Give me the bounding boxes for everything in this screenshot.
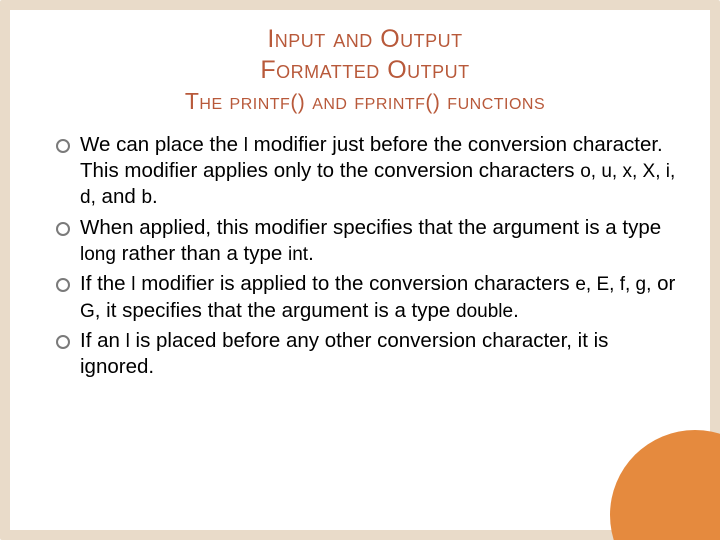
list-item: If an l is placed before any other conve… xyxy=(56,328,680,381)
title3-fn1: printf xyxy=(230,88,291,114)
code: int xyxy=(288,244,308,265)
list-item: We can place the l modifier just before … xyxy=(56,132,680,211)
text: . xyxy=(513,299,519,322)
text: We can place the xyxy=(80,133,244,156)
title3-post: functions xyxy=(440,88,545,114)
text: If an xyxy=(80,329,126,352)
text: is placed before any other conversion ch… xyxy=(80,329,608,378)
text: , it specifies that the argument is a ty… xyxy=(95,299,456,322)
title-line-2: Formatted Output xyxy=(50,55,680,86)
text: or xyxy=(651,272,675,295)
title3-fn2: fprintf xyxy=(354,88,425,114)
text: If the xyxy=(80,272,131,295)
list-item: If the l modifier is applied to the conv… xyxy=(56,271,680,324)
text: modifier is applied to the conversion ch… xyxy=(136,272,576,295)
list-item: When applied, this modifier specifies th… xyxy=(56,215,680,268)
slide-frame: Input and Output Formatted Output The pr… xyxy=(0,0,720,540)
text: . xyxy=(308,242,314,265)
text: . xyxy=(152,185,158,208)
bullet-list: We can place the l modifier just before … xyxy=(50,132,680,381)
title-line-3: The printf() and fprintf() functions xyxy=(50,87,680,116)
text: When applied, this modifier specifies th… xyxy=(80,216,661,239)
title3-parens-1: () xyxy=(290,91,305,114)
title-line-1: Input and Output xyxy=(50,24,680,55)
text: rather than a type xyxy=(116,242,288,265)
code: long xyxy=(80,244,116,265)
code: e, E, f, g, xyxy=(575,274,651,295)
code: b xyxy=(141,187,152,208)
title3-mid: and xyxy=(305,88,354,114)
code: G xyxy=(80,301,95,322)
title3-parens-2: () xyxy=(425,91,440,114)
code: double xyxy=(456,301,513,322)
title3-pre: The xyxy=(185,88,230,114)
text: and xyxy=(96,185,142,208)
slide-title-block: Input and Output Formatted Output The pr… xyxy=(50,24,680,116)
decorative-circle-icon xyxy=(610,430,720,540)
